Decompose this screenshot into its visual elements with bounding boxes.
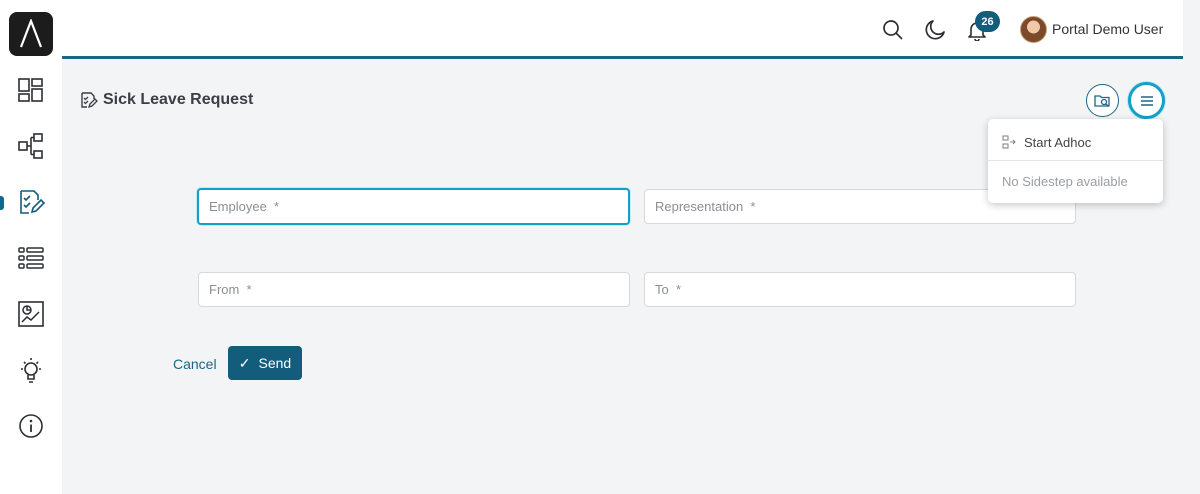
- app-logo[interactable]: [9, 12, 53, 56]
- sidebar: [0, 0, 62, 494]
- process-icon: [18, 133, 43, 159]
- sidebar-item-dashboard[interactable]: [0, 70, 62, 110]
- sidebar-item-list[interactable]: [0, 238, 62, 278]
- menu-divider: [988, 160, 1163, 161]
- sidebar-item-info[interactable]: [0, 406, 62, 446]
- form-edit-icon: [81, 92, 98, 109]
- user-name[interactable]: Portal Demo User: [1052, 21, 1163, 37]
- sidebar-item-ideas[interactable]: [0, 350, 62, 390]
- dark-mode-toggle[interactable]: [922, 17, 948, 43]
- logo-icon: [19, 19, 43, 48]
- from-date-field[interactable]: [198, 272, 630, 307]
- check-icon: ✓: [238, 354, 251, 371]
- ideas-icon: [21, 358, 41, 383]
- folder-search-icon: [1093, 94, 1110, 107]
- list-icon: [18, 247, 44, 269]
- dashboard-icon: [18, 78, 43, 102]
- sidebar-item-tasks[interactable]: [0, 182, 62, 222]
- moon-icon: [925, 20, 945, 40]
- start-adhoc-label: Start Adhoc: [1024, 134, 1092, 150]
- search-folder-button[interactable]: [1086, 84, 1119, 117]
- to-date-field[interactable]: [644, 272, 1076, 307]
- sidebar-item-reports[interactable]: [0, 294, 62, 334]
- send-button[interactable]: ✓ Send: [228, 346, 302, 380]
- no-sidestep-label: No Sidestep available: [1002, 173, 1128, 189]
- page-title-area: Sick Leave Request: [80, 91, 253, 109]
- reports-icon: [18, 301, 44, 327]
- cancel-link[interactable]: Cancel: [173, 356, 217, 372]
- info-icon: [19, 414, 43, 438]
- hamburger-icon: [1140, 95, 1153, 106]
- page-title: Sick Leave Request: [103, 91, 254, 108]
- top-header: [62, 0, 1183, 59]
- search-icon: [883, 20, 903, 40]
- notification-badge: 26: [975, 11, 1000, 32]
- sidestep-menu: Start Adhoc No Sidestep available: [988, 119, 1163, 203]
- adhoc-icon: [1002, 134, 1016, 149]
- no-sidestep-item: No Sidestep available: [988, 171, 1163, 191]
- search-button[interactable]: [880, 17, 906, 43]
- start-adhoc-item[interactable]: Start Adhoc: [988, 131, 1163, 153]
- sidebar-item-process[interactable]: [0, 126, 62, 166]
- avatar[interactable]: [1020, 16, 1047, 43]
- menu-button[interactable]: [1128, 82, 1165, 119]
- tasks-icon: [20, 190, 45, 214]
- send-label: Send: [258, 355, 292, 371]
- employee-field[interactable]: [197, 188, 630, 225]
